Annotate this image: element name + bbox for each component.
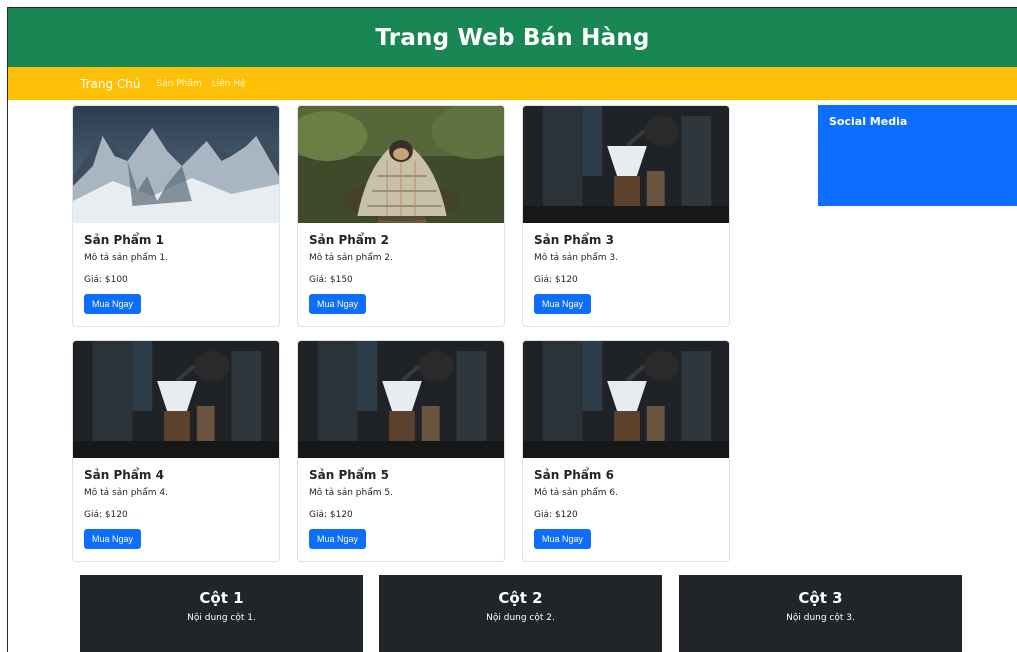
- product-description: Mô tả sản phẩm 3.: [534, 253, 618, 263]
- buy-now-button[interactable]: Mua Ngay: [309, 529, 367, 549]
- product-price: Giá: $120: [84, 510, 128, 520]
- product-grid: Sản Phẩm 1 Mô tả sản phẩm 1. Giá: $100 M…: [72, 105, 1017, 562]
- product-title: Sản Phẩm 4: [84, 468, 164, 482]
- nav-link-contact[interactable]: Liên Hệ: [212, 79, 246, 89]
- product-image-coffee: [523, 341, 729, 458]
- product-title: Sản Phẩm 2: [309, 233, 389, 247]
- nav-link-products[interactable]: Sản Phẩm: [156, 79, 201, 89]
- buy-now-button[interactable]: Mua Ngay: [534, 294, 592, 314]
- product-description: Mô tả sản phẩm 5.: [309, 488, 393, 498]
- product-image-dog: [298, 106, 504, 223]
- product-card-2: Sản Phẩm 2 Mô tả sản phẩm 2. Giá: $150 M…: [297, 105, 505, 327]
- product-description: Mô tả sản phẩm 6.: [534, 488, 618, 498]
- product-card-4: Sản Phẩm 4 Mô tả sản phẩm 4. Giá: $120 M…: [72, 340, 280, 562]
- buy-now-button[interactable]: Mua Ngay: [309, 294, 367, 314]
- footer-column-3: Cột 3 Nội dung cột 3.: [679, 575, 962, 652]
- product-image-coffee: [73, 341, 279, 458]
- product-card-5: Sản Phẩm 5 Mô tả sản phẩm 5. Giá: $120 M…: [297, 340, 505, 562]
- product-price: Giá: $100: [84, 275, 128, 285]
- social-media-title: Social Media: [829, 115, 908, 128]
- footer-column-content: Nội dung cột 2.: [486, 613, 555, 623]
- product-card-1: Sản Phẩm 1 Mô tả sản phẩm 1. Giá: $100 M…: [72, 105, 280, 327]
- footer-column-content: Nội dung cột 1.: [187, 613, 256, 623]
- product-title: Sản Phẩm 1: [84, 233, 164, 247]
- product-card-3: Sản Phẩm 3 Mô tả sản phẩm 3. Giá: $120 M…: [522, 105, 730, 327]
- main-nav: Trang Chủ Sản Phẩm Liên Hệ: [8, 67, 1017, 100]
- footer-columns: Cột 1 Nội dung cột 1. Cột 2 Nội dung cột…: [72, 575, 962, 652]
- footer-column-content: Nội dung cột 3.: [786, 613, 855, 623]
- product-image-coffee: [523, 106, 729, 223]
- buy-now-button[interactable]: Mua Ngay: [84, 294, 142, 314]
- product-description: Mô tả sản phẩm 2.: [309, 253, 393, 263]
- product-price: Giá: $150: [309, 275, 353, 285]
- footer-column-title: Cột 1: [199, 589, 244, 607]
- footer-column-title: Cột 2: [498, 589, 543, 607]
- product-title: Sản Phẩm 5: [309, 468, 389, 482]
- buy-now-button[interactable]: Mua Ngay: [534, 529, 592, 549]
- footer-column-title: Cột 3: [798, 589, 843, 607]
- product-card-6: Sản Phẩm 6 Mô tả sản phẩm 6. Giá: $120 M…: [522, 340, 730, 562]
- product-description: Mô tả sản phẩm 1.: [84, 253, 168, 263]
- buy-now-button[interactable]: Mua Ngay: [84, 529, 142, 549]
- product-price: Giá: $120: [534, 510, 578, 520]
- site-title: Trang Web Bán Hàng: [375, 24, 650, 51]
- product-price: Giá: $120: [534, 275, 578, 285]
- product-image-mountain: [73, 106, 279, 223]
- footer-column-2: Cột 2 Nội dung cột 2.: [379, 575, 662, 652]
- product-price: Giá: $120: [309, 510, 353, 520]
- social-media-box: Social Media: [818, 105, 1017, 206]
- product-title: Sản Phẩm 3: [534, 233, 614, 247]
- site-header: Trang Web Bán Hàng: [8, 8, 1017, 67]
- product-title: Sản Phẩm 6: [534, 468, 614, 482]
- product-description: Mô tả sản phẩm 4.: [84, 488, 168, 498]
- footer-column-1: Cột 1 Nội dung cột 1.: [80, 575, 363, 652]
- product-image-coffee: [298, 341, 504, 458]
- nav-link-home[interactable]: Trang Chủ: [80, 77, 140, 91]
